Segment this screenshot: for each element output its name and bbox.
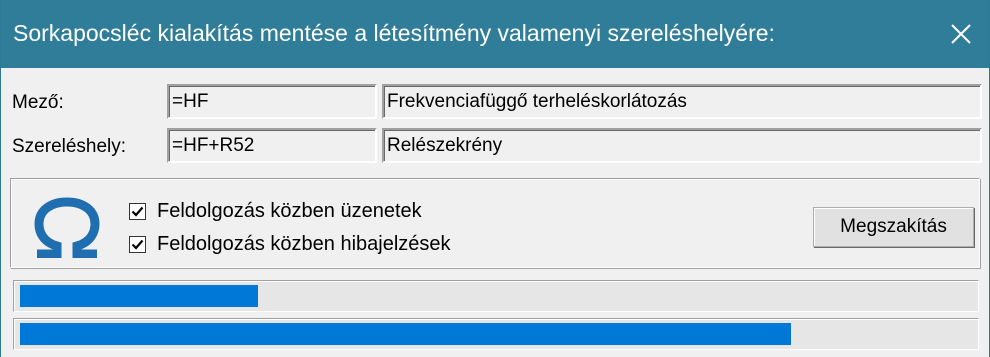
abort-button[interactable]: Megszakítás — [813, 207, 974, 247]
close-icon — [951, 24, 971, 44]
messages-checkbox-label: Feldolgozás közben üzenetek — [157, 200, 422, 222]
szerelehely-code-field: =HF+R52 — [167, 128, 377, 163]
szerelehely-description-field: Relészekrény — [382, 128, 982, 163]
checkmark-icon — [131, 206, 144, 217]
szerelehely-label: Szereléshely: — [12, 136, 127, 157]
messages-checkbox-row[interactable]: Feldolgozás közben üzenetek — [129, 200, 422, 223]
window-title: Sorkapocsléc kialakítás mentése a létesí… — [13, 20, 775, 46]
errors-checkbox-row[interactable]: Feldolgozás közben hibajelzések — [129, 233, 451, 256]
progress-bar-2 — [13, 318, 979, 350]
progress-fill-1 — [20, 285, 258, 307]
mezo-code-field: =HF — [167, 84, 377, 119]
title-bar[interactable]: Sorkapocsléc kialakítás mentése a létesí… — [1, 0, 989, 68]
omega-icon — [34, 197, 100, 258]
mezo-label: Mező: — [12, 92, 64, 113]
messages-checkbox[interactable] — [129, 203, 146, 220]
errors-checkbox[interactable] — [129, 236, 146, 253]
mezo-description-field: Frekvenciafüggő terheléskorlátozás — [382, 84, 982, 119]
close-button[interactable] — [933, 0, 989, 68]
progress-bar-1 — [13, 280, 979, 312]
progress-fill-2 — [20, 323, 791, 345]
errors-checkbox-label: Feldolgozás közben hibajelzések — [157, 233, 451, 255]
dialog-window: Sorkapocsléc kialakítás mentése a létesí… — [0, 0, 990, 357]
checkmark-icon — [131, 239, 144, 250]
